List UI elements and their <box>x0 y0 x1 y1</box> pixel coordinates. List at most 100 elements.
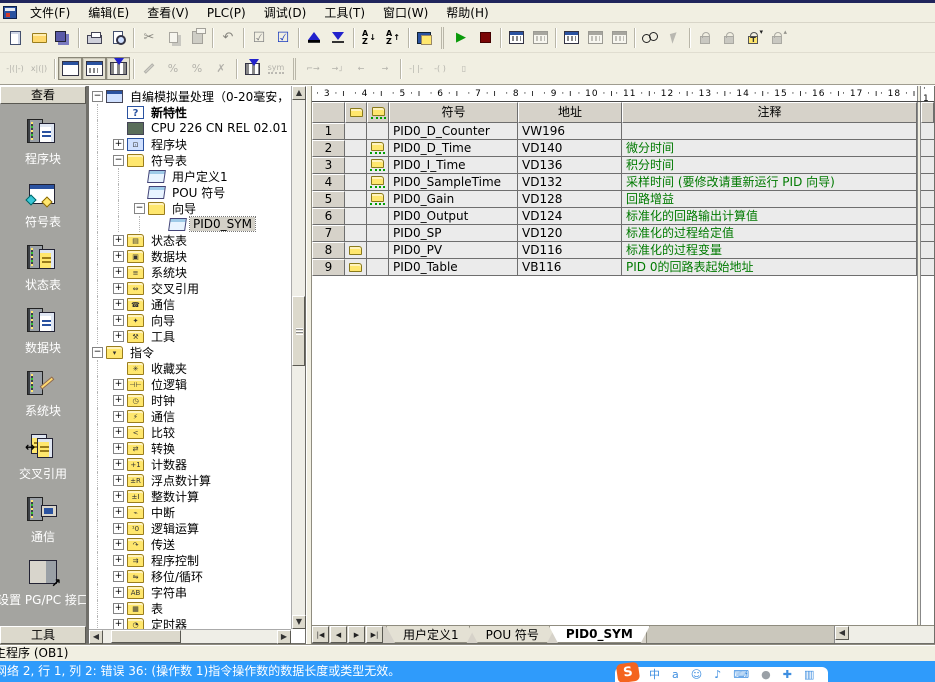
tree-item-传送[interactable]: +↷传送 <box>92 536 305 552</box>
row-number[interactable]: 4 <box>312 174 345 191</box>
tools-bar-header[interactable]: 工具 <box>0 626 86 644</box>
tree-expander[interactable]: + <box>113 507 124 518</box>
tree-expander[interactable]: + <box>113 411 124 422</box>
flag2-cell[interactable] <box>367 191 389 208</box>
status-chart-button[interactable] <box>559 26 583 49</box>
row-number[interactable]: 1 <box>312 123 345 140</box>
tree-item-定时器[interactable]: +◔定时器 <box>92 616 305 629</box>
tree-expander[interactable]: + <box>113 587 124 598</box>
view-mixed-button[interactable] <box>82 57 106 80</box>
next-tab-button[interactable]: ▶ <box>348 626 365 643</box>
tree-item-状态表[interactable]: +▤状态表 <box>92 232 305 248</box>
tree-expander[interactable]: + <box>113 491 124 502</box>
first-tab-button[interactable]: |◀ <box>312 626 329 643</box>
menu-5[interactable]: 工具(T) <box>315 2 374 23</box>
sidebar-item-4[interactable]: 系统块 <box>0 369 86 419</box>
tree-item-CPU 226 CN REL 02.01[interactable]: CPU 226 CN REL 02.01 <box>92 120 305 136</box>
tree-item-向导[interactable]: +✦向导 <box>92 312 305 328</box>
row-number[interactable]: 5 <box>312 191 345 208</box>
coil-button[interactable]: -( ) <box>428 57 452 80</box>
tree-item-新特性[interactable]: ?新特性 <box>92 104 305 120</box>
skin-icon[interactable]: ● <box>761 669 771 681</box>
symbolic-addressing-button[interactable]: sym <box>264 57 288 80</box>
insert-contact-x-button[interactable]: x|(|) <box>27 57 51 80</box>
tree-expander[interactable]: + <box>113 267 124 278</box>
row-number[interactable]: 3 <box>312 157 345 174</box>
tree-expander[interactable]: − <box>92 91 103 102</box>
flag-column-header[interactable] <box>345 102 367 123</box>
insert-network-button[interactable] <box>240 57 264 80</box>
symbol-cell[interactable]: PID0_SampleTime <box>389 174 518 191</box>
flag-cell[interactable] <box>345 157 367 174</box>
sidebar-item-2[interactable]: 状态表 <box>0 243 86 293</box>
scroll-thumb[interactable] <box>111 630 181 643</box>
scroll-thumb[interactable] <box>292 296 305 366</box>
pointer-button[interactable] <box>662 26 686 49</box>
tree-item-自编模拟量处理（0-20毫安，[interactable]: −自编模拟量处理（0-20毫安， <box>92 88 305 104</box>
symbol-cell[interactable]: PID0_D_Time <box>389 140 518 157</box>
trend-view-button[interactable] <box>583 26 607 49</box>
tree-expander[interactable]: − <box>92 347 103 358</box>
tree-item-PID0_SYM[interactable]: PID0_SYM <box>92 216 305 232</box>
line-up-button[interactable]: →˩ <box>325 57 349 80</box>
flag2-column-header[interactable] <box>367 102 389 123</box>
save-all-button[interactable] <box>51 26 75 49</box>
tree-expander[interactable]: + <box>113 475 124 486</box>
tree-item-转换[interactable]: +⇄转换 <box>92 440 305 456</box>
flag2-cell[interactable] <box>367 140 389 157</box>
print-button[interactable] <box>82 26 106 49</box>
tree-expander[interactable]: + <box>113 379 124 390</box>
flag2-cell[interactable] <box>367 259 389 276</box>
line-down-button[interactable]: ⌐→ <box>301 57 325 80</box>
address-cell[interactable]: VD116 <box>518 242 622 259</box>
tree-expander[interactable]: + <box>113 139 124 150</box>
tree-item-整数计算[interactable]: +±I整数计算 <box>92 488 305 504</box>
monitor-button[interactable] <box>638 26 662 49</box>
flag-cell[interactable] <box>345 242 367 259</box>
row-number[interactable]: 8 <box>312 242 345 259</box>
sheet-tab-PID0_SYM[interactable]: PID0_SYM <box>549 626 650 643</box>
comment-cell[interactable]: PID 0的回路表起始地址 <box>622 259 917 276</box>
row-number[interactable]: 6 <box>312 208 345 225</box>
tree-expander[interactable]: + <box>113 315 124 326</box>
flag-cell[interactable] <box>345 191 367 208</box>
tree-expander[interactable]: + <box>113 235 124 246</box>
box-button[interactable]: ▯ <box>452 57 476 80</box>
tree-expander[interactable]: + <box>113 299 124 310</box>
address-cell[interactable]: VD120 <box>518 225 622 242</box>
flag2-cell[interactable] <box>367 242 389 259</box>
force-button[interactable] <box>693 26 717 49</box>
options-button[interactable] <box>412 26 436 49</box>
tree-item-通信[interactable]: +⚡通信 <box>92 408 305 424</box>
erase-button[interactable]: ✗ <box>209 57 233 80</box>
address-cell[interactable]: VD124 <box>518 208 622 225</box>
tree-item-时钟[interactable]: +◷时钟 <box>92 392 305 408</box>
single-read-button[interactable] <box>607 26 631 49</box>
document-icon[interactable] <box>3 6 17 19</box>
comment-column-header[interactable]: 注释 <box>622 102 917 123</box>
keyboard-icon[interactable]: ⌨ <box>733 669 749 681</box>
force-t-button[interactable]: ▾ <box>741 26 765 49</box>
corner-header[interactable] <box>312 102 345 123</box>
comment-cell[interactable] <box>622 123 917 140</box>
tree-item-通信[interactable]: +☎通信 <box>92 296 305 312</box>
comment-cell[interactable]: 标准化的回路输出计算值 <box>622 208 917 225</box>
panel-icon[interactable]: ▥ <box>804 669 814 681</box>
menu-1[interactable]: 编辑(E) <box>79 2 138 23</box>
symbol-column-header[interactable]: 符号 <box>389 102 518 123</box>
tree-item-表[interactable]: +▦表 <box>92 600 305 616</box>
line-right-button[interactable]: → <box>373 57 397 80</box>
cut-button[interactable]: ✂ <box>137 26 161 49</box>
upload-button[interactable] <box>302 26 326 49</box>
comment-cell[interactable]: 采样时间 (要修改请重新运行 PID 向导) <box>622 174 917 191</box>
address-column-header[interactable]: 地址 <box>518 102 622 123</box>
last-tab-button[interactable]: ▶| <box>366 626 383 643</box>
menu-6[interactable]: 窗口(W) <box>374 2 437 23</box>
chinese-mode-icon[interactable]: 中 <box>649 669 660 681</box>
flag2-cell[interactable] <box>367 174 389 191</box>
compile-button[interactable]: ☑ <box>247 26 271 49</box>
tree-item-移位/循环[interactable]: +⇋移位/循环 <box>92 568 305 584</box>
scroll-track[interactable] <box>849 626 934 643</box>
address-cell[interactable]: VD132 <box>518 174 622 191</box>
symbol-cell[interactable]: PID0_PV <box>389 242 518 259</box>
